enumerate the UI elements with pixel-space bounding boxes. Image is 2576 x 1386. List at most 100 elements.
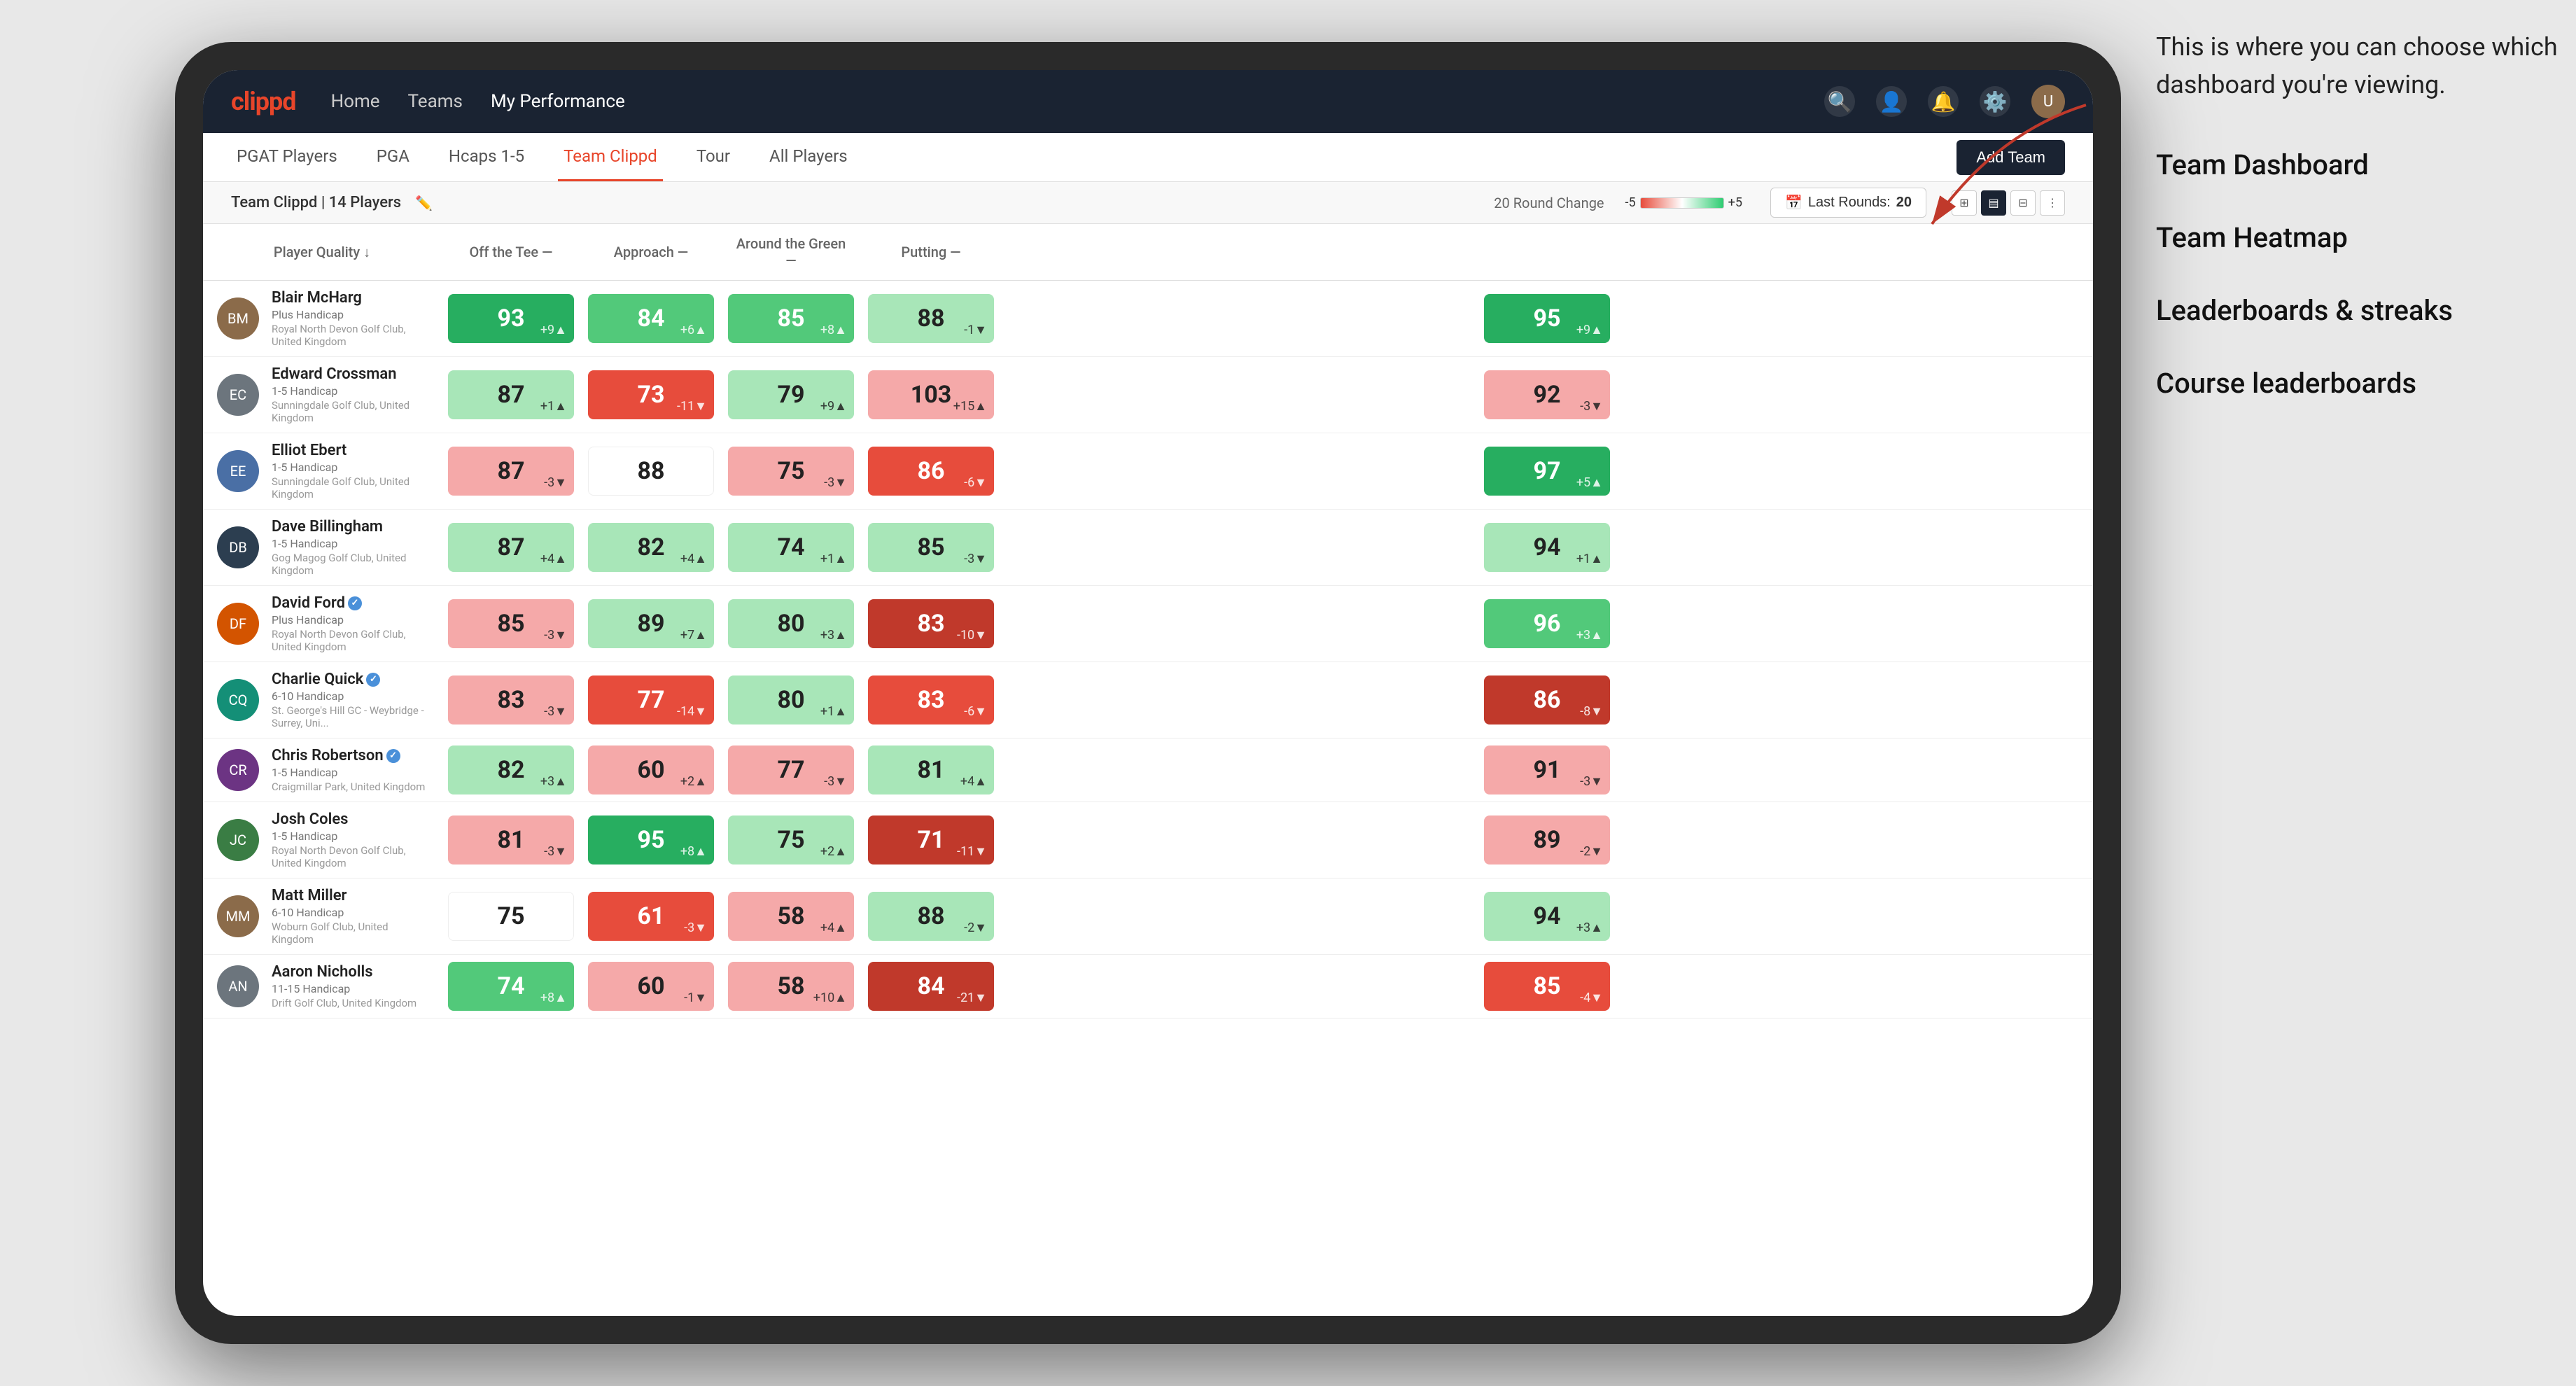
- stat-value: 81: [917, 756, 944, 784]
- player-name: Chris Robertson✓: [272, 747, 425, 764]
- annotation-arrow: [1890, 98, 2100, 238]
- stat-box: 87 +1▲: [448, 370, 574, 419]
- stat-change: -2▼: [1580, 844, 1603, 859]
- team-header: Team Clippd | 14 Players ✏️ 20 Round Cha…: [203, 182, 2093, 224]
- stat-cell-quality: 93 +9▲: [441, 281, 581, 357]
- table-row[interactable]: CR Chris Robertson✓ 1-5 Handicap Craigmi…: [203, 738, 2093, 802]
- stat-cell-putting: 91 -3▼: [1001, 738, 2093, 802]
- stat-value: 83: [917, 610, 944, 638]
- stat-change: -3▼: [544, 628, 567, 643]
- tab-team-clippd[interactable]: Team Clippd: [558, 133, 663, 181]
- player-club: Royal North Devon Golf Club, United King…: [272, 844, 427, 869]
- stat-value: 88: [917, 304, 944, 332]
- nav-link-myperformance[interactable]: My Performance: [491, 91, 625, 112]
- stat-value: 75: [777, 457, 804, 485]
- stat-box: 93 +9▲: [448, 294, 574, 343]
- stat-value: 82: [637, 533, 664, 561]
- stat-value: 86: [917, 457, 944, 485]
- table-row[interactable]: EC Edward Crossman 1-5 Handicap Sunningd…: [203, 357, 2093, 433]
- table-container[interactable]: Player Quality ↓ Off the Tee — Approach …: [203, 224, 2093, 1316]
- col-header-player[interactable]: Player Quality ↓: [203, 224, 441, 281]
- search-icon[interactable]: 🔍: [1824, 86, 1855, 117]
- tab-tour[interactable]: Tour: [691, 133, 736, 181]
- table-row[interactable]: MM Matt Miller 6-10 Handicap Woburn Golf…: [203, 878, 2093, 955]
- stat-change: +6▲: [680, 323, 707, 337]
- page-wrapper: clippd Home Teams My Performance 🔍 👤 🔔 ⚙…: [0, 0, 2576, 1386]
- stat-box: 58 +10▲: [728, 962, 854, 1011]
- player-cell: JC Josh Coles 1-5 Handicap Royal North D…: [203, 802, 441, 878]
- stat-change: +4▲: [680, 552, 707, 566]
- player-club: Royal North Devon Golf Club, United King…: [272, 323, 427, 348]
- table-row[interactable]: DF David Ford✓ Plus Handicap Royal North…: [203, 586, 2093, 662]
- player-details: Blair McHarg Plus Handicap Royal North D…: [272, 289, 427, 348]
- stat-value: 77: [777, 756, 804, 784]
- stat-cell-off_tee: 60 +2▲: [581, 738, 721, 802]
- stat-box: 85 -3▼: [868, 523, 994, 572]
- annotation-item-1: Team Heatmap: [2156, 218, 2562, 258]
- stat-cell-putting: 85 -4▼: [1001, 955, 2093, 1018]
- stat-cell-approach: 79 +9▲: [721, 357, 861, 433]
- stat-box: 85 -3▼: [448, 599, 574, 648]
- stat-box: 84 -21▼: [868, 962, 994, 1011]
- annotation-items: Team Dashboard Team Heatmap Leaderboards…: [2156, 146, 2562, 403]
- table-row[interactable]: EE Elliot Ebert 1-5 Handicap Sunningdale…: [203, 433, 2093, 510]
- player-handicap: 1-5 Handicap: [272, 830, 427, 843]
- stat-box: 73 -11▼: [588, 370, 714, 419]
- tab-pgat-players[interactable]: PGAT Players: [231, 133, 343, 181]
- stat-value: 88: [637, 457, 664, 485]
- col-header-around-green[interactable]: Around the Green —: [721, 224, 861, 281]
- nav-link-teams[interactable]: Teams: [408, 91, 463, 112]
- stat-box: 87 +4▲: [448, 523, 574, 572]
- stat-cell-around_green: 88 -2▼: [861, 878, 1001, 955]
- nav-link-home[interactable]: Home: [331, 91, 380, 112]
- player-info: CQ Charlie Quick✓ 6-10 Handicap St. Geor…: [217, 671, 427, 729]
- stat-change: -8▼: [1580, 704, 1603, 719]
- stat-box: 81 +4▲: [868, 746, 994, 794]
- edit-icon[interactable]: ✏️: [415, 195, 433, 211]
- stat-box: 75 +2▲: [728, 816, 854, 864]
- player-details: Edward Crossman 1-5 Handicap Sunningdale…: [272, 365, 427, 424]
- stat-change: +9▲: [540, 323, 567, 337]
- stat-value: 60: [637, 972, 664, 1000]
- player-club: Royal North Devon Golf Club, United King…: [272, 628, 427, 653]
- player-details: Aaron Nicholls 11-15 Handicap Drift Golf…: [272, 963, 416, 1009]
- stat-cell-quality: 74 +8▲: [441, 955, 581, 1018]
- stat-change: -3▼: [544, 844, 567, 859]
- stat-cell-putting: 94 +1▲: [1001, 510, 2093, 586]
- table-row[interactable]: AN Aaron Nicholls 11-15 Handicap Drift G…: [203, 955, 2093, 1018]
- stat-change: +1▲: [540, 399, 567, 414]
- stat-value: 85: [777, 304, 804, 332]
- col-header-off-tee[interactable]: Off the Tee —: [441, 224, 581, 281]
- table-row[interactable]: JC Josh Coles 1-5 Handicap Royal North D…: [203, 802, 2093, 878]
- stat-value: 83: [497, 686, 524, 714]
- tab-pga[interactable]: PGA: [371, 133, 415, 181]
- stat-box: 60 +2▲: [588, 746, 714, 794]
- stat-cell-around_green: 88 -1▼: [861, 281, 1001, 357]
- stat-box: 74 +1▲: [728, 523, 854, 572]
- stat-cell-putting: 96 +3▲: [1001, 586, 2093, 662]
- stat-box: 96 +3▲: [1484, 599, 1610, 648]
- player-name: Aaron Nicholls: [272, 963, 416, 981]
- player-handicap: 11-15 Handicap: [272, 982, 416, 995]
- player-cell: AN Aaron Nicholls 11-15 Handicap Drift G…: [203, 955, 441, 1018]
- tab-hcaps[interactable]: Hcaps 1-5: [443, 133, 530, 181]
- stat-change: -3▼: [1580, 399, 1603, 414]
- table-row[interactable]: DB Dave Billingham 1-5 Handicap Gog Mago…: [203, 510, 2093, 586]
- stat-change: +1▲: [820, 704, 847, 719]
- player-avatar: CQ: [217, 679, 259, 721]
- table-row[interactable]: CQ Charlie Quick✓ 6-10 Handicap St. Geor…: [203, 662, 2093, 738]
- stat-cell-off_tee: 61 -3▼: [581, 878, 721, 955]
- stat-cell-putting: 94 +3▲: [1001, 878, 2093, 955]
- stat-change: +15▲: [953, 399, 987, 414]
- col-header-putting[interactable]: Putting —: [861, 224, 1001, 281]
- player-handicap: 6-10 Handicap: [272, 906, 427, 919]
- col-header-approach[interactable]: Approach —: [581, 224, 721, 281]
- player-name: Blair McHarg: [272, 289, 427, 307]
- tab-all-players[interactable]: All Players: [764, 133, 853, 181]
- player-info: BM Blair McHarg Plus Handicap Royal Nort…: [217, 289, 427, 348]
- table-header-row: Player Quality ↓ Off the Tee — Approach …: [203, 224, 2093, 281]
- table-row[interactable]: BM Blair McHarg Plus Handicap Royal Nort…: [203, 281, 2093, 357]
- player-info: AN Aaron Nicholls 11-15 Handicap Drift G…: [217, 963, 427, 1009]
- stat-box: 81 -3▼: [448, 816, 574, 864]
- player-handicap: 1-5 Handicap: [272, 384, 427, 398]
